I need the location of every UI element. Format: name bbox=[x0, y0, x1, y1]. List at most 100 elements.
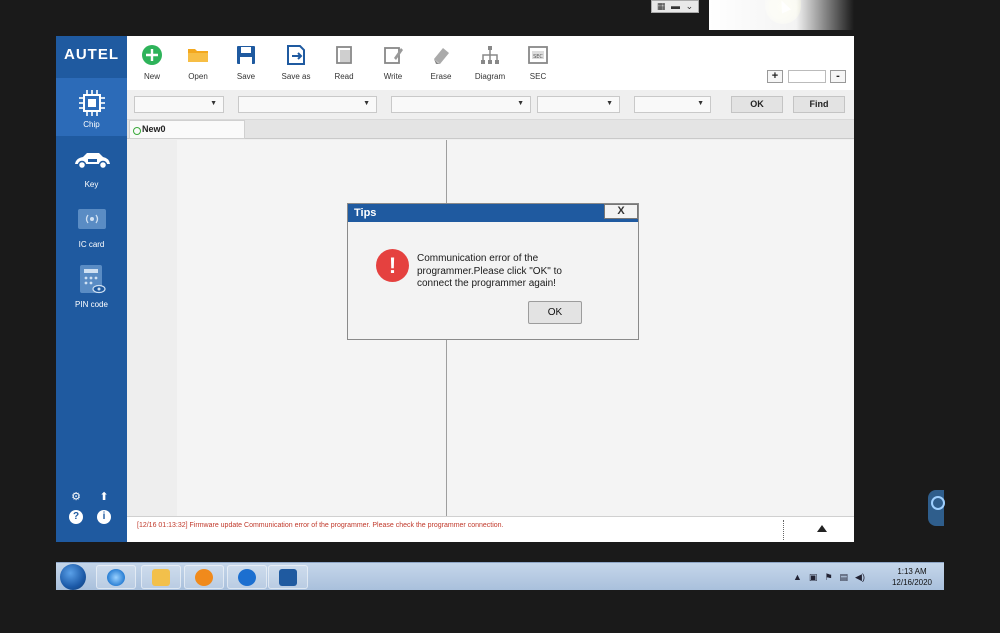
workspace-left-pane bbox=[127, 140, 177, 516]
type-dropdown[interactable] bbox=[134, 96, 224, 113]
new-label: New bbox=[143, 72, 160, 81]
log-splitter[interactable] bbox=[783, 520, 791, 540]
taskbar-media[interactable] bbox=[184, 565, 224, 589]
chevron-down-icon[interactable]: ⌄ bbox=[686, 2, 694, 11]
tips-dialog: Tips X ! Communication error of the prog… bbox=[347, 203, 639, 340]
folder-icon bbox=[188, 49, 208, 62]
write-button[interactable]: Write bbox=[368, 44, 418, 81]
open-label: Open bbox=[188, 72, 208, 81]
media-player-icon bbox=[195, 569, 213, 586]
read-label: Read bbox=[334, 72, 354, 81]
sidebar-item-key[interactable]: Key bbox=[56, 150, 127, 198]
sidebar-item-label: PIN code bbox=[75, 300, 108, 309]
sidebar-item-ic-card[interactable]: IC card bbox=[56, 208, 127, 256]
chip-icon bbox=[279, 569, 297, 586]
folder-icon bbox=[152, 569, 170, 586]
sec-label: SEC bbox=[529, 72, 547, 81]
ok-button[interactable]: OK bbox=[528, 301, 582, 324]
main-toolbar: New Open Save Save as Read Write Erase D… bbox=[127, 36, 854, 90]
sec-button[interactable]: SEC SEC bbox=[513, 44, 563, 81]
diagram-button[interactable]: Diagram bbox=[465, 44, 515, 81]
remote-mini-toolbar[interactable]: ▦ ▬ ⌄ bbox=[651, 0, 699, 13]
network-icon[interactable]: ▤ bbox=[840, 572, 849, 583]
sidebar-item-label: IC card bbox=[78, 240, 105, 249]
open-button[interactable]: Open bbox=[173, 44, 223, 81]
sidebar-item-label: Key bbox=[84, 180, 99, 189]
brand-dropdown[interactable] bbox=[238, 96, 377, 113]
help-icon[interactable]: ? bbox=[69, 510, 83, 524]
eraser-icon bbox=[434, 48, 449, 64]
read-button[interactable]: Read bbox=[319, 44, 369, 81]
filter-row: OK Find bbox=[127, 90, 854, 120]
windows-taskbar: ▲ ▣ ⚑ ▤ ◀) 1:13 AM 12/16/2020 bbox=[56, 562, 944, 590]
brand-logo: AUTEL bbox=[64, 46, 119, 63]
new-button[interactable]: New bbox=[127, 44, 177, 81]
expand-up-icon[interactable] bbox=[817, 525, 827, 532]
zoom-out-button[interactable]: - bbox=[830, 70, 846, 83]
dialog-title: Tips bbox=[348, 204, 638, 222]
ic-card-icon bbox=[77, 209, 106, 229]
write-icon bbox=[384, 47, 403, 64]
tab-new0[interactable]: New0 bbox=[129, 120, 245, 139]
zoom-field[interactable] bbox=[788, 70, 826, 83]
sidebar-item-label: Chip bbox=[83, 120, 100, 129]
year-dropdown[interactable] bbox=[537, 96, 620, 113]
document-tabs: New0 bbox=[127, 120, 854, 139]
zoom-in-button[interactable]: + bbox=[767, 70, 783, 83]
taskbar-teamviewer[interactable] bbox=[227, 565, 267, 589]
internet-explorer-icon bbox=[107, 569, 125, 586]
close-button[interactable]: X bbox=[604, 204, 638, 219]
taskbar-autel[interactable] bbox=[268, 565, 308, 589]
write-label: Write bbox=[383, 72, 403, 81]
save-button[interactable]: Save bbox=[221, 44, 271, 81]
find-button[interactable]: Find bbox=[793, 96, 845, 113]
sidebar-bottom-tools: ⚙ ⬆ ? i bbox=[56, 488, 127, 528]
taskbar-explorer[interactable] bbox=[141, 565, 181, 589]
gear-icon[interactable]: ⚙ bbox=[69, 490, 83, 504]
erase-button[interactable]: Erase bbox=[416, 44, 466, 81]
save-as-label: Save as bbox=[281, 72, 311, 81]
save-label: Save bbox=[236, 72, 256, 81]
upload-icon[interactable]: ⬆ bbox=[97, 490, 111, 504]
chip-icon bbox=[78, 90, 105, 116]
sidebar-item-pin-code[interactable]: PIN code bbox=[56, 264, 127, 316]
clock-time: 1:13 AM bbox=[897, 567, 927, 576]
teamviewer-icon bbox=[238, 569, 256, 586]
model-dropdown[interactable] bbox=[391, 96, 531, 113]
save-as-button[interactable]: Save as bbox=[271, 44, 321, 81]
taskbar-ie[interactable] bbox=[96, 565, 136, 589]
volume-icon[interactable]: ◀) bbox=[855, 572, 865, 583]
show-hidden-icon[interactable]: ▲ bbox=[793, 572, 802, 582]
save-as-icon bbox=[287, 45, 305, 65]
teamviewer-side-tab-icon[interactable] bbox=[928, 490, 945, 526]
read-icon bbox=[336, 46, 352, 64]
ok-filter-button[interactable]: OK bbox=[731, 96, 783, 113]
sec-icon: SEC bbox=[528, 46, 548, 64]
log-message: [12/16 01:13:32] Firmware update Communi… bbox=[137, 522, 504, 529]
floppy-icon bbox=[237, 46, 255, 64]
info-icon[interactable]: i bbox=[97, 510, 111, 524]
error-icon: ! bbox=[376, 249, 409, 282]
diagram-label: Diagram bbox=[474, 72, 506, 81]
diagram-icon bbox=[481, 46, 499, 64]
grid-icon[interactable]: ▦ bbox=[657, 2, 666, 11]
taskbar-clock[interactable]: 1:13 AM 12/16/2020 bbox=[882, 566, 942, 588]
svg-text:SEC: SEC bbox=[533, 54, 543, 60]
minimize-icon[interactable]: ▬ bbox=[671, 2, 680, 11]
system-tray: ▲ ▣ ⚑ ▤ ◀) bbox=[793, 568, 865, 586]
sidebar: AUTEL Chip Key IC card PIN code ⚙ ⬆ ? i bbox=[56, 36, 127, 542]
sidebar-item-chip[interactable]: Chip bbox=[56, 78, 127, 136]
car-key-icon bbox=[74, 153, 110, 170]
tray-app-icon[interactable]: ▣ bbox=[809, 572, 818, 583]
zoom-control: + - bbox=[767, 70, 847, 84]
flag-icon[interactable]: ⚑ bbox=[824, 572, 832, 583]
dialog-message: Communication error of the programmer.Pl… bbox=[417, 253, 562, 289]
window-controls-fade bbox=[709, 0, 854, 30]
plus-circle-icon bbox=[142, 45, 162, 65]
erase-label: Erase bbox=[430, 72, 452, 81]
log-bar: [12/16 01:13:32] Firmware update Communi… bbox=[127, 516, 854, 542]
pin-code-icon bbox=[79, 265, 106, 294]
clock-date: 12/16/2020 bbox=[891, 578, 933, 587]
system-dropdown[interactable] bbox=[634, 96, 711, 113]
start-button[interactable] bbox=[60, 564, 86, 590]
